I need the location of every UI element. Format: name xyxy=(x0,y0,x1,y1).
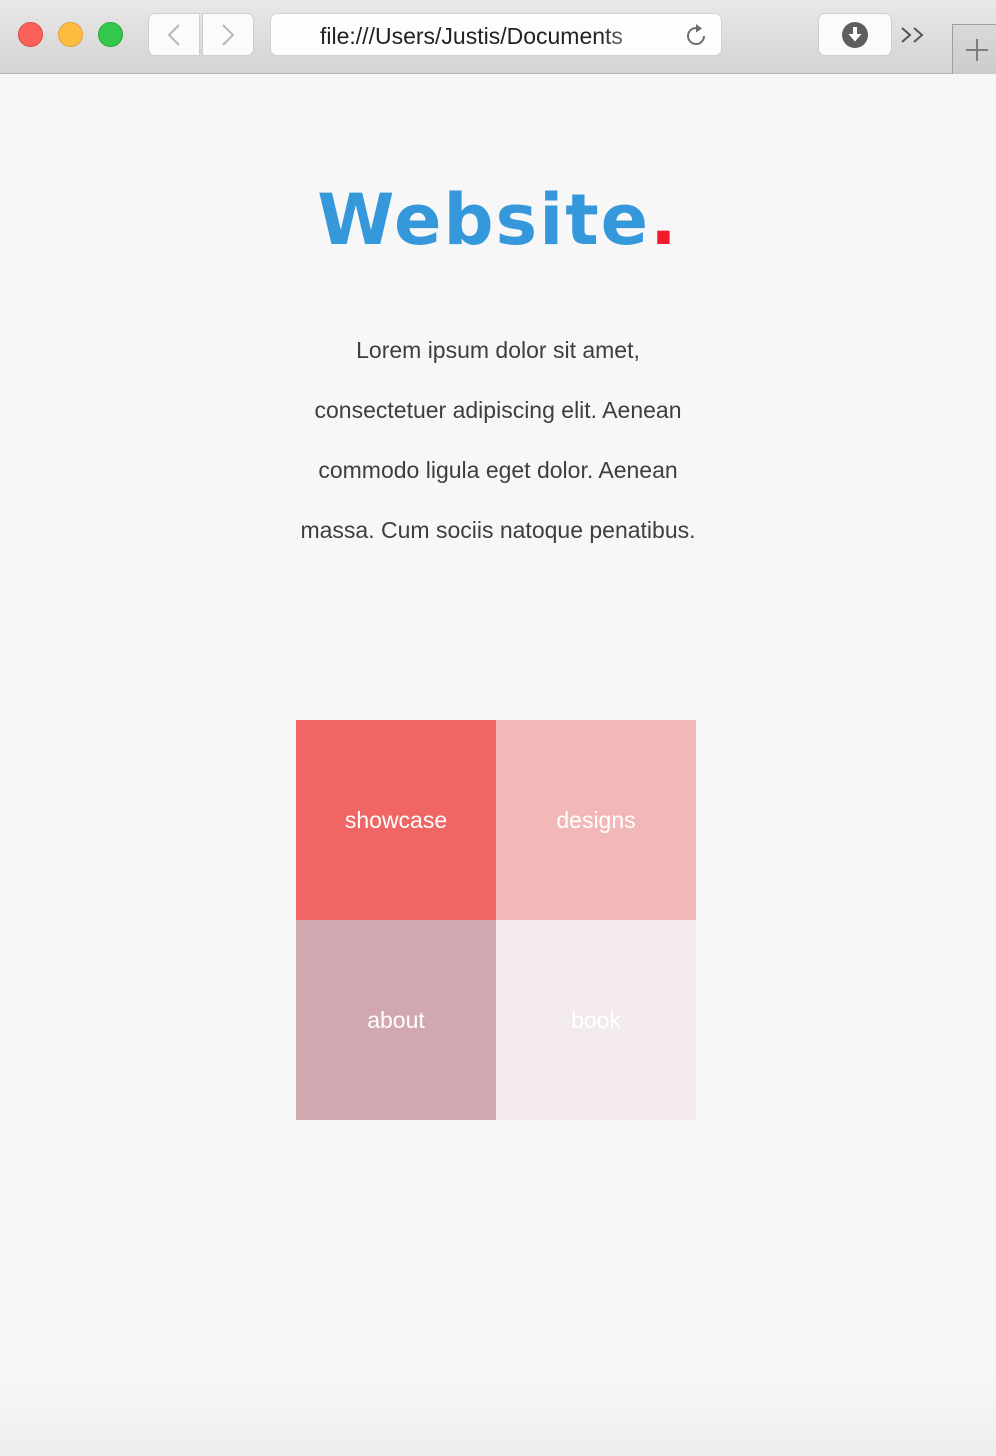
logo-text: Website xyxy=(317,179,651,261)
plus-icon xyxy=(966,38,988,61)
zoom-window-button[interactable] xyxy=(98,22,123,47)
tile-designs[interactable]: designs xyxy=(496,720,696,920)
tile-showcase[interactable]: showcase xyxy=(296,720,496,920)
tile-navigation: showcase designs about book xyxy=(296,720,696,1120)
site-logo: Website. xyxy=(0,178,996,262)
back-button[interactable] xyxy=(148,13,200,56)
bottom-shadow xyxy=(0,1376,996,1456)
tile-book[interactable]: book xyxy=(496,920,696,1120)
address-text: file:///Users/Justis/Documents xyxy=(320,23,623,49)
browser-toolbar: file:///Users/Justis/Documents xyxy=(0,0,996,74)
minimize-window-button[interactable] xyxy=(58,22,83,47)
download-icon xyxy=(842,21,868,48)
logo-dot: . xyxy=(650,179,679,261)
intro-paragraph: Lorem ipsum dolor sit amet, consectetuer… xyxy=(300,337,696,543)
close-window-button[interactable] xyxy=(18,22,43,47)
toolbar-overflow-button[interactable] xyxy=(898,18,930,52)
forward-button[interactable] xyxy=(202,13,254,56)
tile-about[interactable]: about xyxy=(296,920,496,1120)
new-tab-button[interactable] xyxy=(952,24,996,74)
double-chevron-right-icon xyxy=(901,27,924,43)
chevron-right-icon xyxy=(222,23,235,46)
reload-icon xyxy=(687,24,705,45)
chevron-left-icon xyxy=(167,23,180,46)
address-bar[interactable]: file:///Users/Justis/Documents xyxy=(270,13,722,56)
reload-button[interactable] xyxy=(681,21,711,51)
downloads-button[interactable] xyxy=(818,13,892,56)
